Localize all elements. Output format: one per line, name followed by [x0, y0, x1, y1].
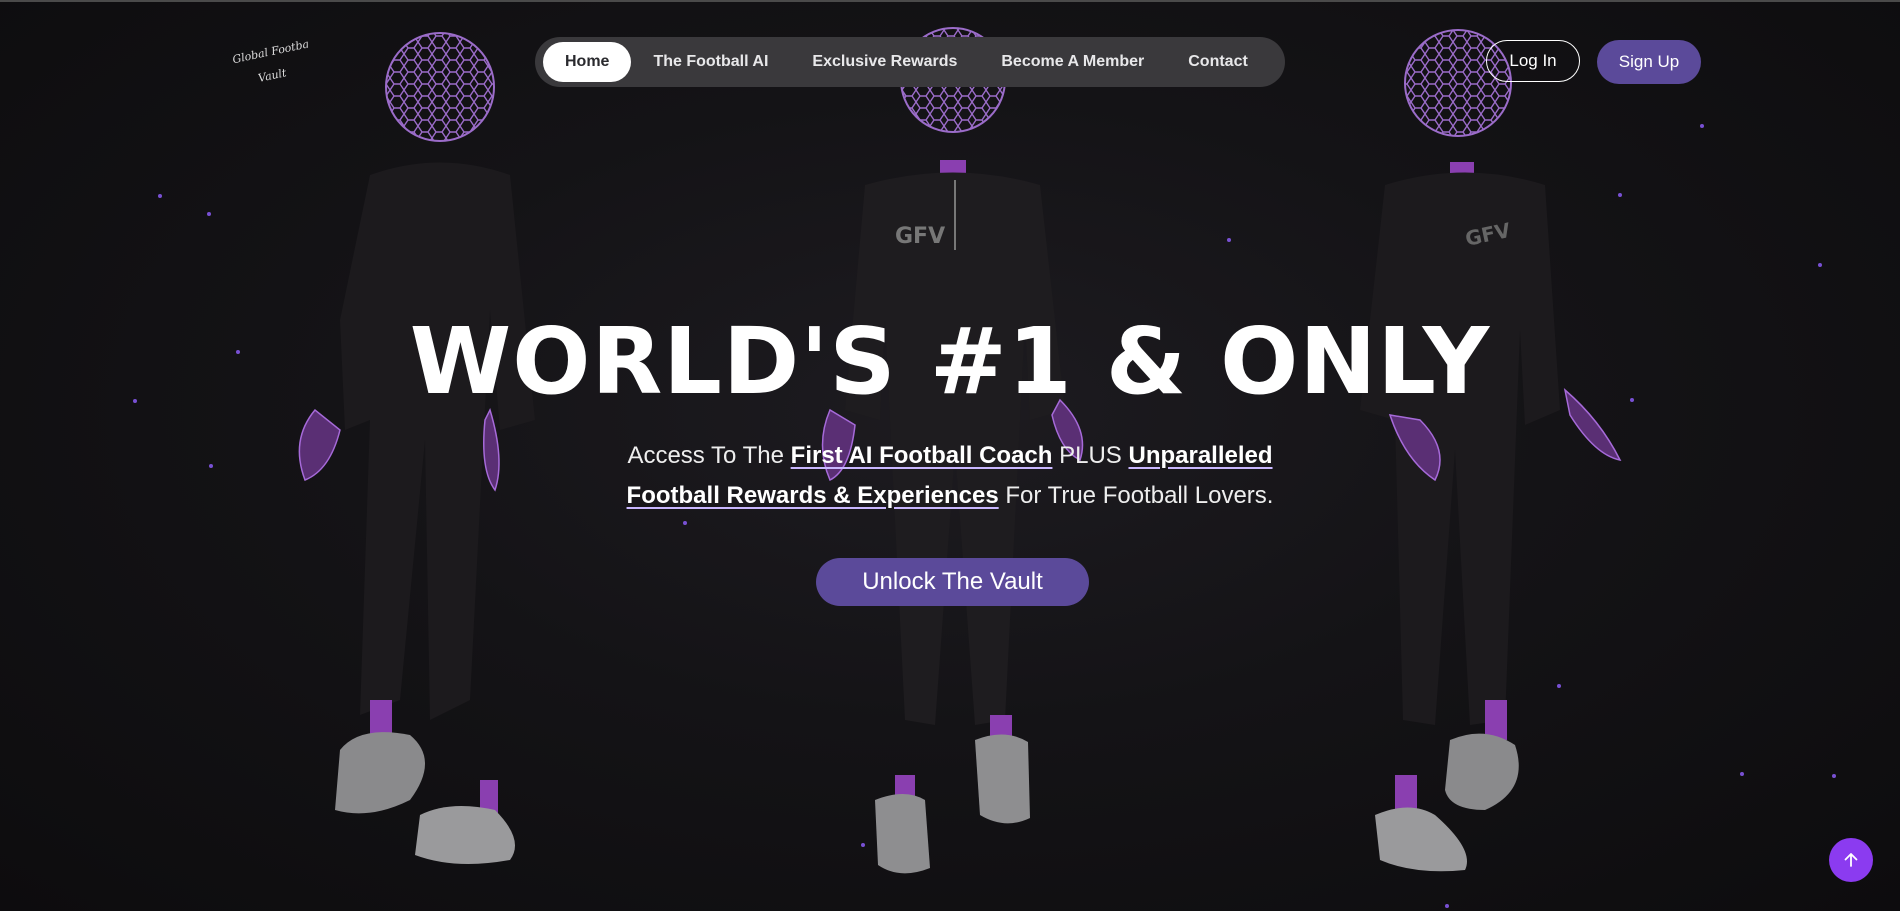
wireframe-football-icon — [385, 32, 495, 142]
logo-line2: Vault — [257, 66, 288, 85]
hero-title: WORLD'S #1 & ONLY — [409, 308, 1491, 415]
nav-item-exclusive-rewards[interactable]: Exclusive Rewards — [790, 42, 979, 82]
nav-item-become-member[interactable]: Become A Member — [979, 42, 1166, 82]
hero-sub-suffix: For True Football Lovers. — [998, 482, 1274, 509]
nav-item-football-ai[interactable]: The Football AI — [631, 42, 790, 82]
brand-logo[interactable]: Global Football Vault — [228, 34, 317, 90]
unlock-vault-button[interactable]: Unlock The Vault — [816, 558, 1089, 606]
hero-sub-middle: PLUS — [1052, 442, 1129, 469]
arrow-up-icon — [1844, 853, 1858, 867]
signup-button[interactable]: Sign Up — [1597, 40, 1701, 84]
player-figure-right: GFV — [1355, 0, 1675, 911]
login-button[interactable]: Log In — [1486, 40, 1580, 82]
nav-item-home[interactable]: Home — [543, 42, 632, 82]
player-figure-left — [250, 0, 570, 911]
hero-sub-prefix: Access To The — [627, 442, 791, 469]
logo-line1: Global Football — [231, 36, 308, 66]
nav-item-contact[interactable]: Contact — [1166, 42, 1270, 82]
hero-section: GFV GFV Global Football Vault Home The F… — [0, 0, 1900, 911]
hero-subtitle: Access To The First AI Football Coach PL… — [590, 436, 1310, 516]
main-nav: Home The Football AI Exclusive Rewards B… — [535, 37, 1285, 87]
ai-coach-link[interactable]: First AI Football Coach — [791, 442, 1053, 469]
jersey-text: GFV — [895, 224, 945, 249]
scroll-to-top-button[interactable] — [1829, 838, 1873, 882]
